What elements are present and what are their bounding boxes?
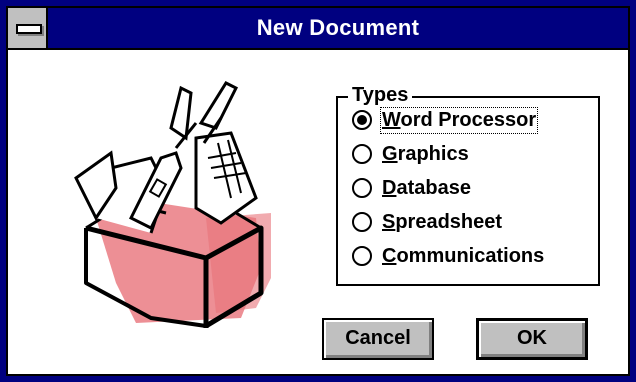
radio-label-communications: Communications — [382, 244, 545, 267]
dialog-client-area: New Document Types Word Processor Graphi… — [6, 6, 630, 376]
title-bar[interactable]: New Document — [8, 8, 628, 50]
radio-button-icon[interactable] — [352, 212, 372, 232]
cancel-button[interactable]: Cancel — [322, 318, 434, 360]
ok-button[interactable]: OK — [476, 318, 588, 360]
radio-word-processor[interactable]: Word Processor — [352, 106, 539, 134]
radio-label-word-processor: Word Processor — [379, 106, 539, 134]
types-group-label: Types — [348, 84, 413, 107]
radio-button-icon[interactable] — [352, 144, 372, 164]
radio-button-icon[interactable] — [352, 246, 372, 266]
radio-label-database: Database — [382, 176, 471, 199]
radio-button-icon[interactable] — [352, 178, 372, 198]
radio-graphics[interactable]: Graphics — [352, 140, 469, 168]
radio-database[interactable]: Database — [352, 174, 471, 202]
dialog-title: New Document — [256, 15, 420, 40]
radio-communications[interactable]: Communications — [352, 242, 544, 270]
system-menu-icon[interactable] — [8, 8, 48, 48]
new-document-dialog: New Document Types Word Processor Graphi… — [0, 0, 636, 382]
radio-spreadsheet[interactable]: Spreadsheet — [352, 208, 502, 236]
types-groupbox: Types Word Processor Graphics Database S… — [336, 84, 600, 286]
radio-button-selected-icon[interactable] — [352, 110, 372, 130]
radio-label-graphics: Graphics — [382, 142, 469, 165]
document-box-illustration — [74, 81, 271, 328]
radio-label-spreadsheet: Spreadsheet — [382, 210, 503, 233]
